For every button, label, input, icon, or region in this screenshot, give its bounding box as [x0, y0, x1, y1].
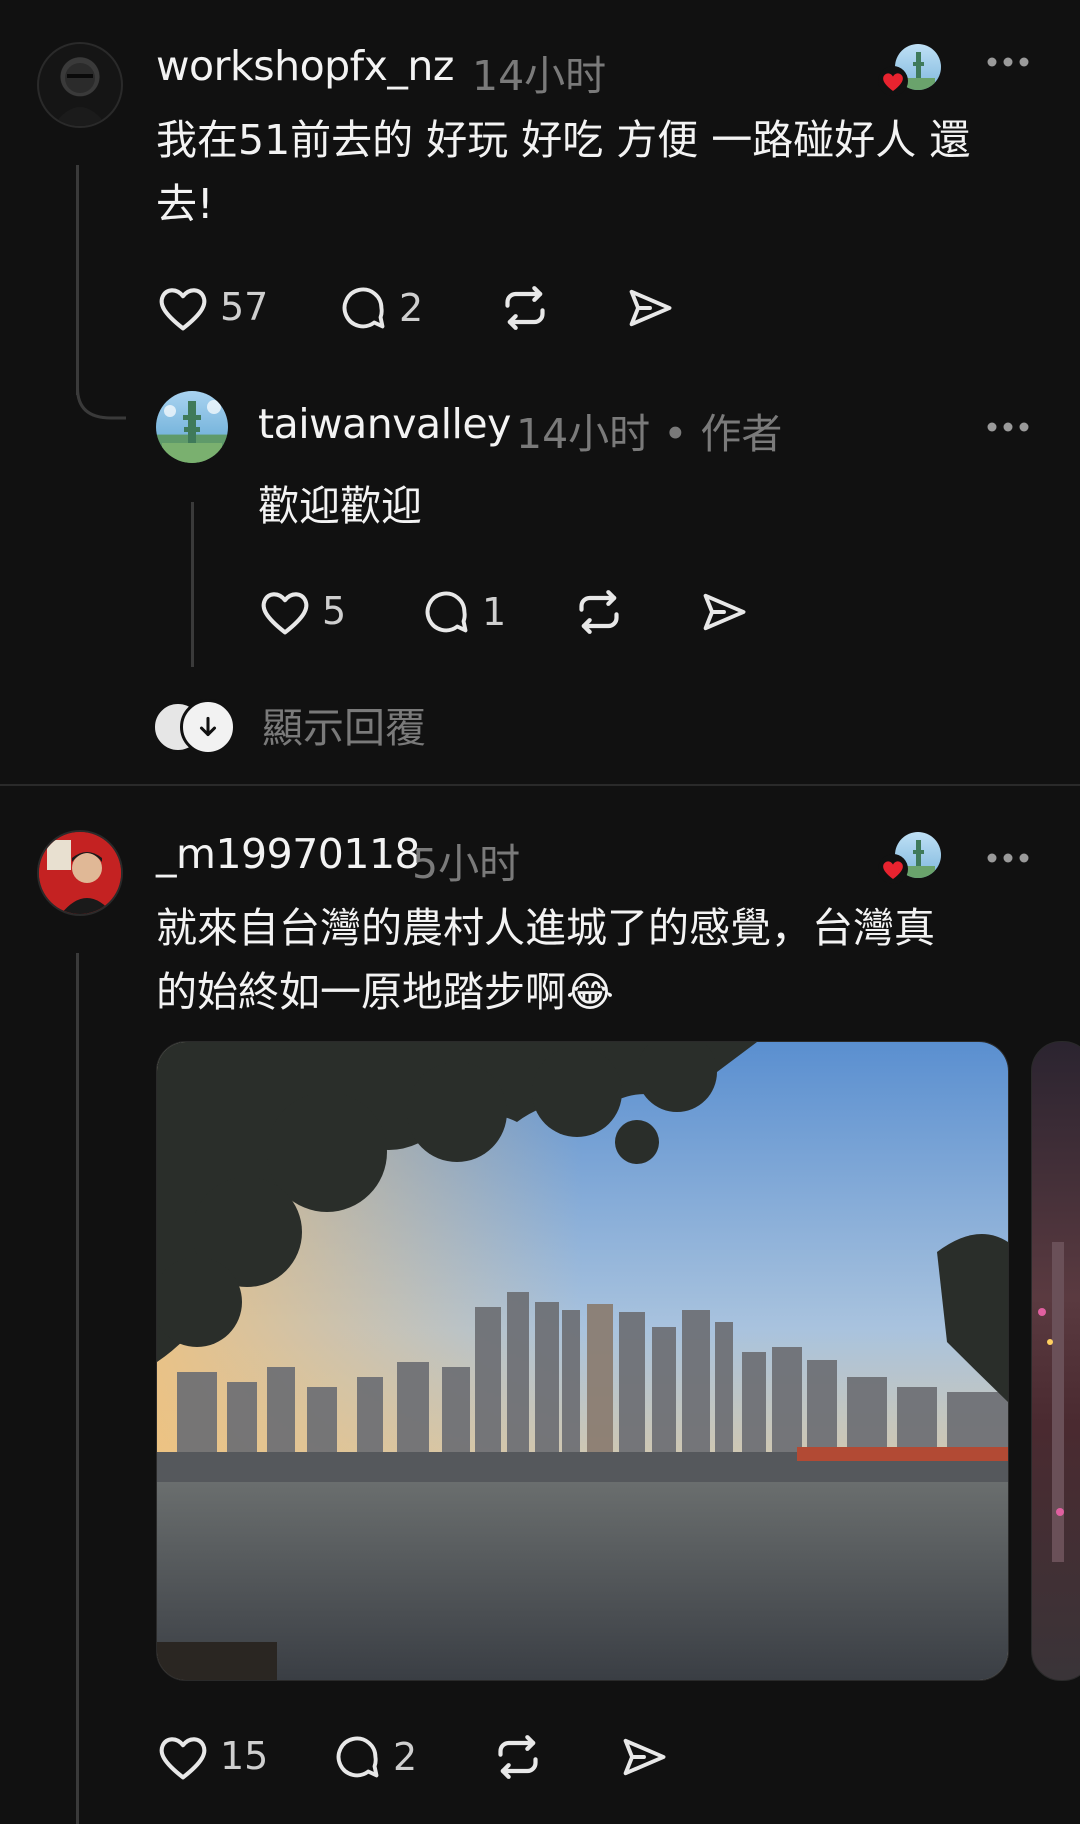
repost-icon[interactable] — [490, 1729, 546, 1785]
like-count: 5 — [322, 589, 347, 633]
repost-icon[interactable] — [571, 584, 627, 640]
more-icon[interactable] — [986, 852, 1030, 864]
comment-icon — [331, 1731, 383, 1783]
avatar[interactable] — [156, 391, 228, 463]
show-replies-button[interactable]: 顯示回覆 — [152, 694, 426, 755]
heart-icon — [156, 282, 210, 332]
like-button[interactable]: 57 — [156, 282, 268, 332]
comment-icon — [337, 282, 389, 334]
post-text-line1: 我在51前去的 好玩 好吃 方便 一路碰好人 還 — [156, 116, 971, 164]
username[interactable]: workshopfx_nz — [156, 42, 454, 90]
avatar[interactable] — [37, 830, 123, 916]
post-image[interactable] — [156, 1041, 1009, 1681]
reply-count: 2 — [399, 286, 424, 330]
thread-connector — [76, 360, 126, 420]
post-text-line2: 去! — [156, 180, 214, 228]
like-button[interactable]: 15 — [156, 1731, 268, 1781]
reply-button[interactable]: 2 — [331, 1731, 417, 1783]
more-icon[interactable] — [986, 421, 1030, 433]
avatar[interactable] — [37, 42, 123, 128]
heart-badge-icon — [878, 854, 908, 884]
send-icon[interactable] — [698, 586, 750, 638]
show-replies-label: 顯示回覆 — [262, 704, 426, 752]
thread-line — [76, 953, 79, 1824]
post-image-next[interactable] — [1031, 1041, 1080, 1681]
more-icon[interactable] — [986, 56, 1030, 68]
reply-button[interactable]: 1 — [420, 586, 506, 638]
heart-icon — [258, 586, 312, 636]
repost-icon[interactable] — [497, 280, 553, 336]
post-text-line2: 的始終如一原地踏步啊😂 — [156, 968, 614, 1016]
like-count: 57 — [220, 285, 269, 329]
like-count: 15 — [220, 1734, 269, 1778]
arrow-down-icon — [180, 699, 236, 755]
thread-line — [191, 502, 194, 667]
post-text-line1: 就來自台灣的農村人進城了的感覺，台灣真 — [156, 904, 935, 952]
reply-button[interactable]: 2 — [337, 282, 423, 334]
divider — [0, 784, 1080, 786]
timestamp: 14小时 — [472, 52, 607, 100]
reply-count: 2 — [393, 1735, 418, 1779]
timestamp: 5小时 — [412, 840, 521, 888]
username[interactable]: taiwanvalley — [258, 400, 511, 448]
like-button[interactable]: 5 — [258, 586, 346, 636]
timestamp-author: 14小时 • 作者 — [516, 410, 783, 458]
reply-avatars — [152, 699, 236, 755]
send-icon[interactable] — [618, 1731, 670, 1783]
post-text: 歡迎歡迎 — [258, 482, 422, 530]
comment-icon — [420, 586, 472, 638]
heart-icon — [156, 1731, 210, 1781]
username[interactable]: _m19970118 — [156, 830, 421, 878]
reply-count: 1 — [482, 590, 507, 634]
heart-badge-icon — [878, 66, 908, 96]
send-icon[interactable] — [624, 282, 676, 334]
